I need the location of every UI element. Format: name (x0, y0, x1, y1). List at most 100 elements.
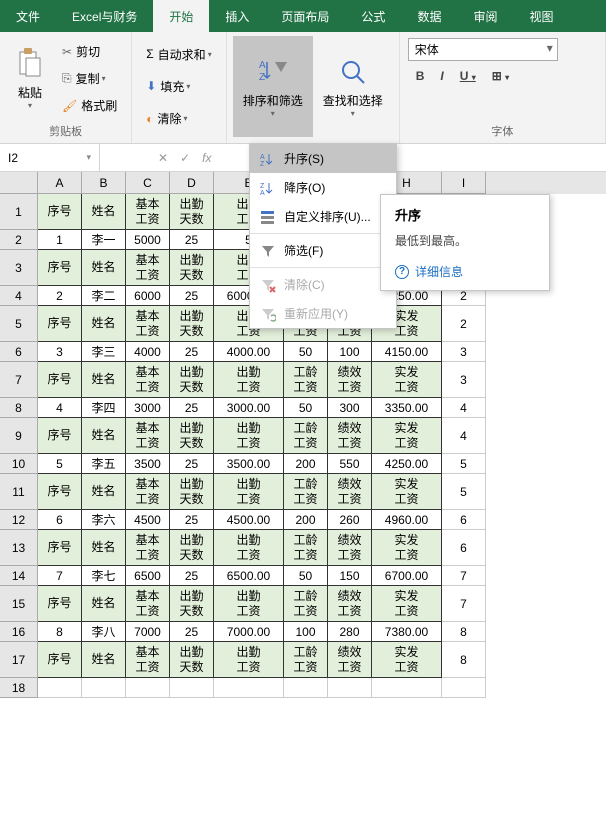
cell[interactable]: 李一 (82, 230, 126, 250)
cell[interactable]: 序号 (38, 586, 82, 622)
cell[interactable]: 6500 (126, 566, 170, 586)
cell[interactable]: 300 (328, 398, 372, 418)
cell[interactable]: 绩效 工资 (328, 530, 372, 566)
cell[interactable]: 25 (170, 342, 214, 362)
cell[interactable]: 出勤 工资 (214, 642, 284, 678)
cell[interactable]: 3000.00 (214, 398, 284, 418)
cell[interactable]: 2 (38, 286, 82, 306)
cancel-icon[interactable]: ✕ (158, 151, 168, 165)
cell[interactable]: 出勤 天数 (170, 250, 214, 286)
bold-button[interactable]: B (412, 67, 429, 85)
fx-icon[interactable]: fx (202, 151, 211, 165)
cell[interactable]: 工龄 工资 (284, 642, 328, 678)
cell[interactable]: 序号 (38, 306, 82, 342)
cell[interactable]: 李五 (82, 454, 126, 474)
cell[interactable]: 50 (284, 342, 328, 362)
row-header[interactable]: 5 (0, 306, 38, 342)
cell[interactable]: 李六 (82, 510, 126, 530)
cell[interactable]: 7380.00 (372, 622, 442, 642)
cell[interactable] (328, 678, 372, 698)
row-header[interactable]: 1 (0, 194, 38, 230)
cell[interactable]: 序号 (38, 530, 82, 566)
col-header-D[interactable]: D (170, 172, 214, 194)
cell[interactable] (372, 678, 442, 698)
cell[interactable]: 7 (38, 566, 82, 586)
confirm-icon[interactable]: ✓ (180, 151, 190, 165)
autosum-button[interactable]: Σ自动求和▾ (142, 44, 215, 65)
cell[interactable]: 4960.00 (372, 510, 442, 530)
cell[interactable]: 出勤 工资 (214, 474, 284, 510)
cell[interactable]: 序号 (38, 362, 82, 398)
row-header[interactable]: 12 (0, 510, 38, 530)
col-header-A[interactable]: A (38, 172, 82, 194)
cell[interactable]: 5 (442, 454, 486, 474)
cell[interactable]: 出勤 工资 (214, 362, 284, 398)
cell[interactable]: 7 (442, 566, 486, 586)
cell[interactable]: 25 (170, 510, 214, 530)
cell[interactable]: 3000 (126, 398, 170, 418)
cell[interactable]: 4500 (126, 510, 170, 530)
cell[interactable]: 6 (38, 510, 82, 530)
custom-sort-item[interactable]: 自定义排序(U)... (250, 202, 396, 231)
cell[interactable]: 工龄 工资 (284, 362, 328, 398)
tab-home[interactable]: 开始 (153, 0, 209, 32)
cell[interactable]: 出勤 天数 (170, 530, 214, 566)
cell[interactable] (214, 678, 284, 698)
cell[interactable]: 出勤 天数 (170, 586, 214, 622)
cell[interactable] (170, 678, 214, 698)
cell[interactable]: 3 (442, 342, 486, 362)
cell[interactable]: 6700.00 (372, 566, 442, 586)
cell[interactable]: 4 (442, 418, 486, 454)
cell[interactable] (126, 678, 170, 698)
cell[interactable]: 8 (38, 622, 82, 642)
cell[interactable]: 姓名 (82, 586, 126, 622)
row-header[interactable]: 3 (0, 250, 38, 286)
cell[interactable]: 实发 工资 (372, 530, 442, 566)
cell[interactable]: 出勤 工资 (214, 586, 284, 622)
col-header-B[interactable]: B (82, 172, 126, 194)
cell[interactable]: 4250.00 (372, 454, 442, 474)
row-header[interactable]: 9 (0, 418, 38, 454)
cell[interactable]: 绩效 工资 (328, 642, 372, 678)
find-select-button[interactable]: 查找和选择 ▾ (313, 36, 393, 137)
cell[interactable] (38, 678, 82, 698)
cell[interactable]: 绩效 工资 (328, 418, 372, 454)
cell[interactable]: 工龄 工资 (284, 586, 328, 622)
font-family-select[interactable]: 宋体 (408, 38, 558, 61)
cell[interactable]: 1 (38, 230, 82, 250)
col-header-C[interactable]: C (126, 172, 170, 194)
cell[interactable]: 出勤 天数 (170, 306, 214, 342)
cell[interactable] (82, 678, 126, 698)
clear-button[interactable]: ◐清除▾ (142, 108, 215, 129)
cell[interactable]: 550 (328, 454, 372, 474)
cell[interactable]: 6000 (126, 286, 170, 306)
border-button[interactable]: ⊞ ▾ (488, 67, 513, 85)
cell[interactable]: 工龄 工资 (284, 530, 328, 566)
cell[interactable]: 工龄 工资 (284, 418, 328, 454)
cell[interactable]: 3 (38, 342, 82, 362)
row-header[interactable]: 11 (0, 474, 38, 510)
cell[interactable]: 7 (442, 586, 486, 622)
cell[interactable]: 25 (170, 622, 214, 642)
row-header[interactable]: 8 (0, 398, 38, 418)
tab-data[interactable]: 数据 (401, 0, 457, 32)
cell[interactable]: 4 (38, 398, 82, 418)
format-painter-button[interactable]: 🖌格式刷 (58, 95, 121, 116)
tab-excel-finance[interactable]: Excel与财务 (56, 0, 153, 32)
cell[interactable]: 李七 (82, 566, 126, 586)
cell[interactable]: 基本 工资 (126, 194, 170, 230)
cell[interactable]: 出勤 工资 (214, 530, 284, 566)
cell[interactable]: 280 (328, 622, 372, 642)
cell[interactable]: 出勤 工资 (214, 418, 284, 454)
cell[interactable] (284, 678, 328, 698)
cell[interactable]: 基本 工资 (126, 418, 170, 454)
cell[interactable]: 5 (38, 454, 82, 474)
paste-button[interactable]: 粘贴 ▾ (6, 36, 54, 121)
cell[interactable]: 25 (170, 454, 214, 474)
cell[interactable]: 实发 工资 (372, 362, 442, 398)
row-header[interactable]: 17 (0, 642, 38, 678)
row-header[interactable]: 7 (0, 362, 38, 398)
cell[interactable]: 200 (284, 454, 328, 474)
cell[interactable]: 3500 (126, 454, 170, 474)
tab-insert[interactable]: 插入 (209, 0, 265, 32)
